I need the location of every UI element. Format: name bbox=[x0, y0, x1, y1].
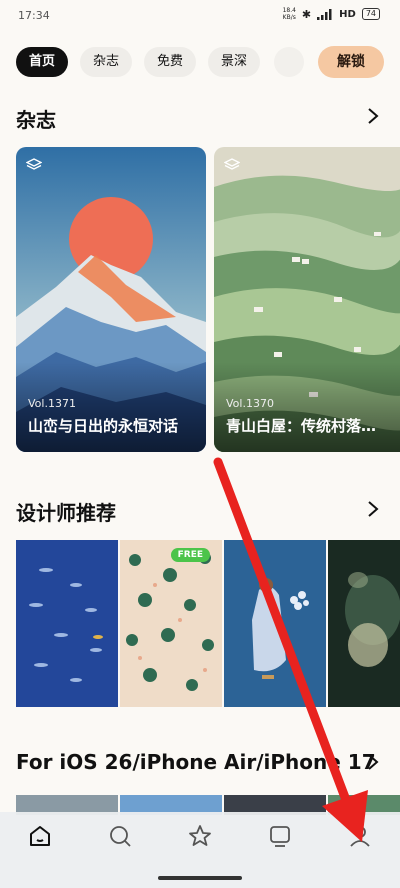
status-icons: 18.4 KB/s ✱ HD 74 bbox=[283, 7, 380, 21]
chevron-right-icon[interactable] bbox=[366, 107, 380, 125]
tab-magazine[interactable]: 杂志 bbox=[80, 47, 132, 77]
wallpaper-thumbnail[interactable]: FREE bbox=[120, 540, 222, 707]
magazine-volume: Vol.1370 bbox=[226, 397, 274, 410]
tab-free[interactable]: 免费 bbox=[144, 47, 196, 77]
ios-section-title: For iOS 26/iPhone Air/iPhone 17 bbox=[16, 750, 376, 774]
star-icon[interactable] bbox=[186, 822, 214, 850]
net-speed-unit: KB/s bbox=[282, 14, 296, 21]
battery-level: 74 bbox=[365, 9, 376, 18]
device-icon[interactable] bbox=[266, 822, 294, 850]
magazine-volume: Vol.1371 bbox=[28, 397, 76, 410]
signal-icon bbox=[317, 8, 332, 20]
magazine-title: 青山白屋：传统村落… bbox=[226, 417, 377, 435]
layers-icon bbox=[224, 158, 240, 170]
net-speed-value: 18.4 bbox=[282, 7, 296, 14]
water-reflection-image bbox=[328, 540, 400, 707]
free-badge: FREE bbox=[170, 548, 210, 562]
magazine-section-title: 杂志 bbox=[16, 108, 56, 132]
wallpaper-thumbnail[interactable] bbox=[16, 540, 118, 707]
category-tabs: 首页 杂志 免费 景深 解锁 bbox=[16, 46, 384, 78]
status-time: 17:34 bbox=[18, 9, 50, 22]
woman-flowers-image bbox=[224, 540, 326, 707]
wallpaper-thumbnail[interactable] bbox=[328, 540, 400, 707]
profile-icon[interactable] bbox=[346, 822, 374, 850]
home-icon[interactable] bbox=[26, 822, 54, 850]
wallpaper-thumbnail[interactable] bbox=[224, 540, 326, 707]
battery-icon: 74 bbox=[361, 8, 380, 20]
chevron-right-icon[interactable] bbox=[366, 500, 380, 518]
bottom-navigation bbox=[0, 812, 400, 888]
chevron-right-icon[interactable] bbox=[366, 753, 380, 771]
floral-pattern-image bbox=[120, 540, 222, 707]
magazine-card-1370[interactable]: Vol.1370 青山白屋：传统村落… bbox=[214, 147, 400, 452]
bluetooth-icon: ✱ bbox=[301, 7, 312, 21]
network-type: HD bbox=[339, 8, 356, 20]
designer-section-title: 设计师推荐 bbox=[16, 501, 116, 525]
tab-more[interactable] bbox=[274, 47, 304, 77]
search-icon[interactable] bbox=[106, 822, 134, 850]
tab-depth[interactable]: 景深 bbox=[208, 47, 260, 77]
magazine-title: 山峦与日出的永恒对话 bbox=[28, 417, 179, 435]
magazine-card-1371[interactable]: Vol.1371 山峦与日出的永恒对话 bbox=[16, 147, 206, 452]
home-indicator bbox=[158, 876, 242, 880]
net-speed: 18.4 KB/s bbox=[283, 7, 296, 21]
status-bar: 17:34 18.4 KB/s ✱ HD 74 bbox=[0, 0, 400, 34]
blue-fish-image bbox=[16, 540, 118, 707]
unlock-button[interactable]: 解锁 bbox=[318, 46, 384, 78]
layers-icon bbox=[26, 158, 42, 170]
tab-home[interactable]: 首页 bbox=[16, 47, 68, 77]
